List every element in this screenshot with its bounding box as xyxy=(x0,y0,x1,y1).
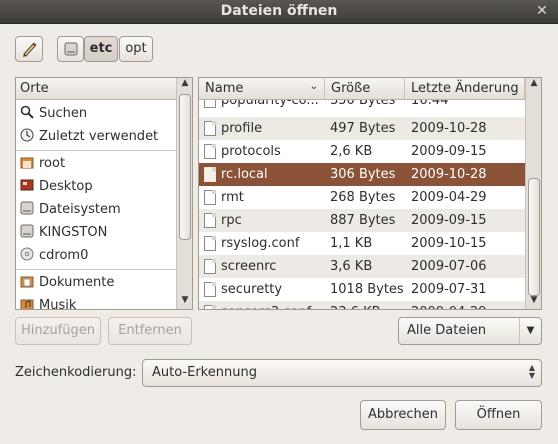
open-button[interactable]: Öffnen xyxy=(455,400,542,430)
type-location-button[interactable] xyxy=(15,36,43,62)
file-icon xyxy=(204,190,216,205)
places-separator xyxy=(16,150,176,151)
search-icon xyxy=(20,105,34,119)
places-item-search[interactable]: Suchen xyxy=(16,102,176,125)
places-item-label: Suchen xyxy=(39,106,88,121)
places-pane: Orte Suchen Zuletzt verwendet root Deskt… xyxy=(15,77,193,310)
places-item-desktop[interactable]: Desktop xyxy=(16,175,176,198)
table-row[interactable]: rmt 268 Bytes 2009-04-29 xyxy=(199,186,525,209)
places-header[interactable]: Orte xyxy=(16,78,176,100)
scroll-up-icon[interactable]: ▲ xyxy=(526,78,541,92)
table-row-selected[interactable]: rc.local 306 Bytes 2009-10-28 xyxy=(199,163,525,186)
drive-icon xyxy=(20,201,34,215)
column-header-size[interactable]: Größe xyxy=(325,78,405,100)
file-icon xyxy=(204,144,216,159)
pencil-icon xyxy=(23,42,37,57)
path-root-button[interactable] xyxy=(57,36,84,62)
column-header-date[interactable]: Letzte Änderung xyxy=(405,78,525,100)
scroll-up-icon[interactable]: ▲ xyxy=(177,78,192,92)
scroll-down-icon[interactable]: ▼ xyxy=(526,295,541,309)
table-row[interactable]: rsyslog.conf 1,1 KB 2009-10-15 xyxy=(199,232,525,255)
column-header-label: Name xyxy=(205,81,244,96)
file-list: Name ⌄ Größe Letzte Änderung popularity-… xyxy=(198,77,542,310)
file-icon xyxy=(204,121,216,136)
places-item-label: cdrom0 xyxy=(39,248,89,263)
updown-arrows-icon: ▲ ▼ xyxy=(528,363,535,380)
title-bar: Dateien öffnen ✕ xyxy=(0,0,558,24)
places-item-label: Dokumente xyxy=(39,275,115,290)
places-item-root[interactable]: root xyxy=(16,152,176,175)
cdrom-icon xyxy=(20,247,34,261)
files-scrollbar[interactable]: ▲ ▼ xyxy=(525,78,541,309)
window-title: Dateien öffnen xyxy=(220,3,338,19)
path-button-etc[interactable]: etc xyxy=(84,36,118,62)
places-scroll-thumb[interactable] xyxy=(179,94,191,240)
file-icon xyxy=(204,100,216,108)
file-icon xyxy=(204,259,216,274)
file-icon xyxy=(204,305,216,309)
table-row[interactable]: protocols 2,6 KB 2009-09-15 xyxy=(199,140,525,163)
drive-icon xyxy=(64,42,77,56)
file-icon xyxy=(204,167,216,182)
encoding-value: Auto-Erkennung xyxy=(152,365,257,380)
table-row[interactable]: popularity-co... 350 Bytes 16:44 xyxy=(199,100,525,112)
places-separator xyxy=(16,269,176,270)
places-item-music[interactable]: Musik xyxy=(16,294,176,310)
places-item-kingston[interactable]: KINGSTON xyxy=(16,221,176,244)
places-item-label: Dateisystem xyxy=(39,202,121,217)
file-icon xyxy=(204,213,216,228)
places-item-documents[interactable]: Dokumente xyxy=(16,271,176,294)
places-item-label: KINGSTON xyxy=(39,225,108,240)
add-bookmark-button[interactable]: Hinzufügen xyxy=(15,317,101,345)
path-button-opt[interactable]: opt xyxy=(119,36,153,62)
file-filter-select[interactable]: Alle Dateien ▼ xyxy=(398,317,542,345)
table-row[interactable]: rpc 887 Bytes 2009-09-15 xyxy=(199,209,525,232)
encoding-select[interactable]: Auto-Erkennung ▲ ▼ xyxy=(142,359,542,387)
recent-icon xyxy=(20,128,34,142)
file-icon xyxy=(204,282,216,297)
desktop-icon xyxy=(20,179,34,191)
usb-drive-icon xyxy=(20,224,34,238)
places-item-label: Musik xyxy=(39,298,77,310)
table-row[interactable]: profile 497 Bytes 2009-10-28 xyxy=(199,117,525,140)
places-item-cdrom[interactable]: cdrom0 xyxy=(16,244,176,267)
table-row[interactable]: screenrc 3,6 KB 2009-07-06 xyxy=(199,255,525,278)
places-item-filesystem[interactable]: Dateisystem xyxy=(16,198,176,221)
cancel-button[interactable]: Abbrechen xyxy=(360,400,446,430)
remove-bookmark-button[interactable]: Entfernen xyxy=(108,317,192,345)
places-item-label: root xyxy=(39,156,66,171)
places-item-label: Desktop xyxy=(39,179,93,194)
music-folder-icon xyxy=(20,299,34,309)
home-folder-icon xyxy=(20,157,34,169)
close-icon[interactable]: ✕ xyxy=(534,3,550,19)
file-filter-value: Alle Dateien xyxy=(407,323,487,338)
table-row[interactable]: sensors3.conf 23,6 KB 2009-04-29 xyxy=(199,301,525,309)
places-item-label: Zuletzt verwendet xyxy=(39,129,159,144)
sort-chevron-down-icon: ⌄ xyxy=(309,81,318,92)
chevron-down-icon: ▼ xyxy=(519,318,541,344)
encoding-label: Zeichenkodierung: xyxy=(15,365,137,380)
file-icon xyxy=(204,236,216,251)
places-item-recent[interactable]: Zuletzt verwendet xyxy=(16,125,176,148)
documents-folder-icon xyxy=(20,276,34,288)
places-scrollbar[interactable]: ▲ ▼ xyxy=(176,78,192,309)
scroll-down-icon[interactable]: ▼ xyxy=(177,295,192,309)
files-scroll-thumb[interactable] xyxy=(528,178,540,296)
table-row[interactable]: securetty 1018 Bytes 2009-07-31 xyxy=(199,278,525,301)
column-header-name[interactable]: Name ⌄ xyxy=(199,78,325,100)
